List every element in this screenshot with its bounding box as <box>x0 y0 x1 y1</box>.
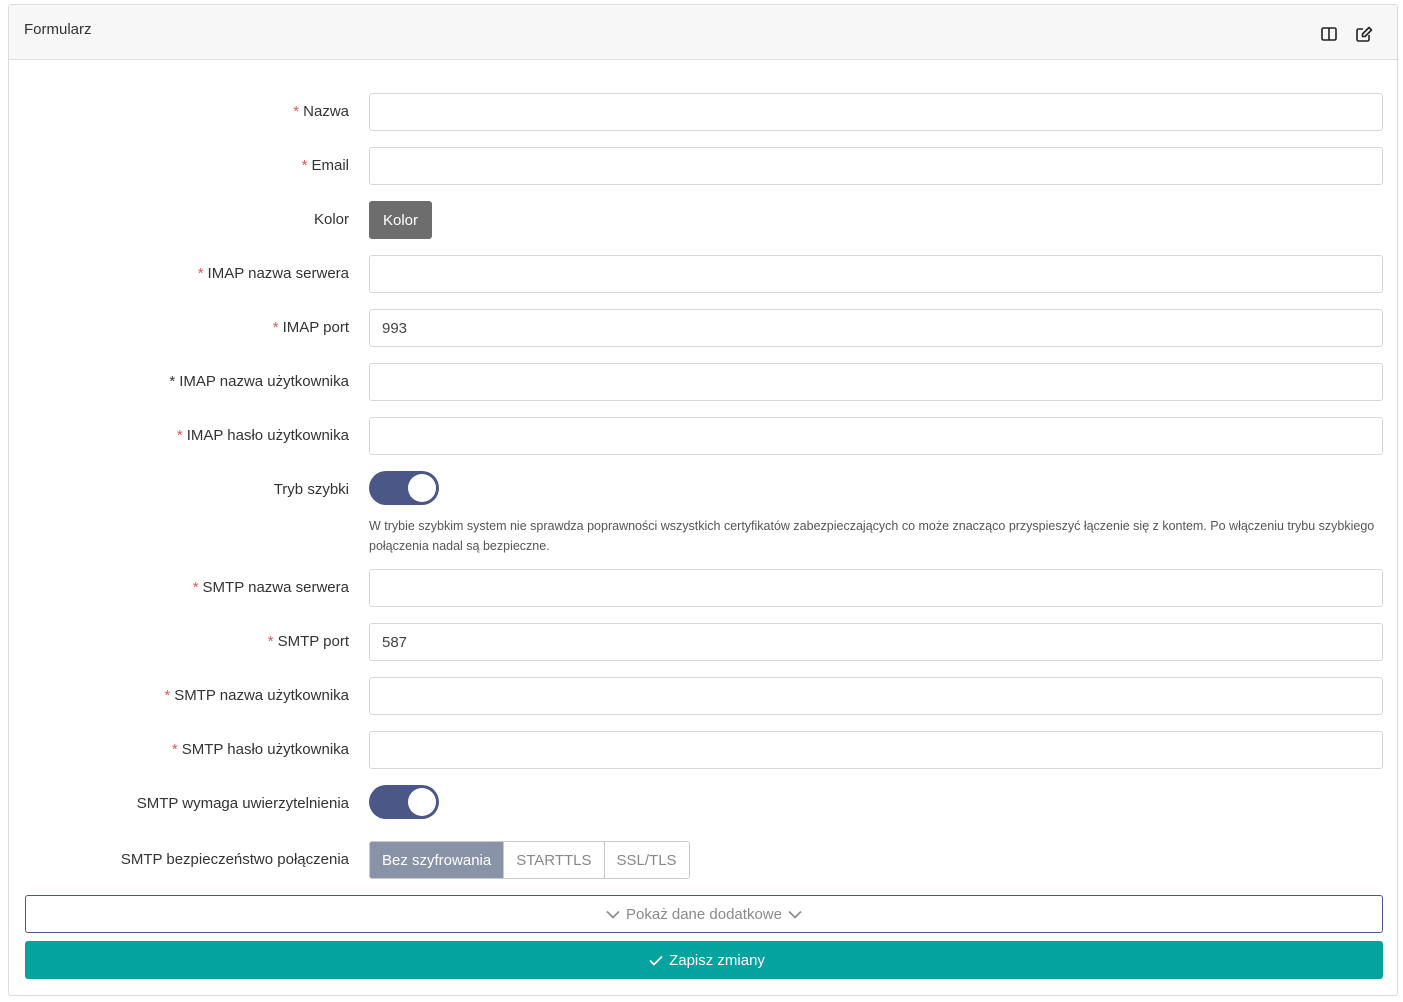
required-mark: * <box>171 741 178 758</box>
required-mark: * <box>176 427 183 444</box>
security-option-ssl-tls[interactable]: SSL/TLS <box>604 842 689 878</box>
label-email: * Email <box>302 157 349 174</box>
imap-password-input[interactable] <box>369 417 1383 455</box>
chevron-down-icon <box>606 910 620 919</box>
label-kolor: Kolor <box>313 211 349 228</box>
required-mark: * <box>192 579 199 596</box>
save-button[interactable]: Zapisz zmiany <box>25 941 1383 979</box>
save-label: Zapisz zmiany <box>669 951 765 969</box>
show-more-label: Pokaż dane dodatkowe <box>626 905 782 923</box>
fast-mode-help-text: W trybie szybkim system nie sprawdza pop… <box>369 519 1375 553</box>
fast-mode-toggle[interactable] <box>369 471 439 505</box>
security-option-starttls[interactable]: STARTTLS <box>504 842 605 878</box>
label-text: Email <box>311 157 349 174</box>
required-mark: * <box>301 157 308 174</box>
smtp-user-input[interactable] <box>369 677 1383 715</box>
label-smtp-auth: SMTP wymaga uwierzytelnienia <box>136 795 349 812</box>
smtp-password-input[interactable] <box>369 731 1383 769</box>
label-text: SMTP nazwa serwera <box>202 579 349 596</box>
security-option-none[interactable]: Bez szyfrowania <box>370 842 505 878</box>
toggle-knob <box>408 788 436 816</box>
label-smtp-password: * SMTP hasło użytkownika <box>172 741 349 758</box>
label-text: SMTP nazwa użytkownika <box>174 687 349 704</box>
toggle-knob <box>408 474 436 502</box>
label-smtp-port: * SMTP port <box>268 633 349 650</box>
label-text: SMTP hasło użytkownika <box>181 741 349 758</box>
smtp-auth-toggle[interactable] <box>369 785 439 819</box>
imap-server-input[interactable] <box>369 255 1383 293</box>
color-picker-button[interactable]: Kolor <box>369 201 432 239</box>
email-input[interactable] <box>369 147 1383 185</box>
label-imap-user: * IMAP nazwa użytkownika <box>169 373 349 390</box>
label-imap-port: * IMAP port <box>273 319 349 336</box>
panel-title: Formularz <box>24 21 92 38</box>
chevron-down-icon <box>788 910 802 919</box>
label-text: Nazwa <box>303 103 349 120</box>
label-fast-mode: Tryb szybki <box>273 481 349 498</box>
label-text: IMAP hasło użytkownika <box>186 427 349 444</box>
label-smtp-server: * SMTP nazwa serwera <box>193 579 349 596</box>
label-text: IMAP nazwa użytkownika <box>179 373 349 390</box>
smtp-port-input[interactable] <box>369 623 1383 661</box>
label-text: IMAP port <box>282 319 349 336</box>
label-text: SMTP port <box>277 633 349 650</box>
required-mark: * <box>197 265 204 282</box>
check-icon <box>649 955 663 966</box>
show-more-button[interactable]: Pokaż dane dodatkowe <box>25 895 1383 933</box>
imap-port-input[interactable] <box>369 309 1383 347</box>
required-mark: * <box>293 103 300 120</box>
label-smtp-security: SMTP bezpieczeństwo połączenia <box>120 851 349 868</box>
label-imap-password: * IMAP hasło użytkownika <box>177 427 349 444</box>
columns-icon[interactable] <box>1318 23 1340 45</box>
label-imap-server: * IMAP nazwa serwera <box>198 265 349 282</box>
nazwa-input[interactable] <box>369 93 1383 131</box>
form-panel: Formularz * Nazwa * Email Kolor Kolor * IMA… <box>8 4 1398 996</box>
required-mark: * <box>169 373 176 390</box>
required-mark: * <box>267 633 274 650</box>
label-smtp-user: * SMTP nazwa użytkownika <box>164 687 349 704</box>
required-mark: * <box>164 687 171 704</box>
label-text: IMAP nazwa serwera <box>207 265 349 282</box>
imap-user-input[interactable] <box>369 363 1383 401</box>
required-mark: * <box>272 319 279 336</box>
label-nazwa: * Nazwa <box>293 103 349 120</box>
panel-header: Formularz <box>9 5 1397 60</box>
smtp-security-segmented-control: Bez szyfrowania STARTTLS SSL/TLS <box>369 841 690 879</box>
edit-icon[interactable] <box>1353 23 1375 45</box>
smtp-server-input[interactable] <box>369 569 1383 607</box>
